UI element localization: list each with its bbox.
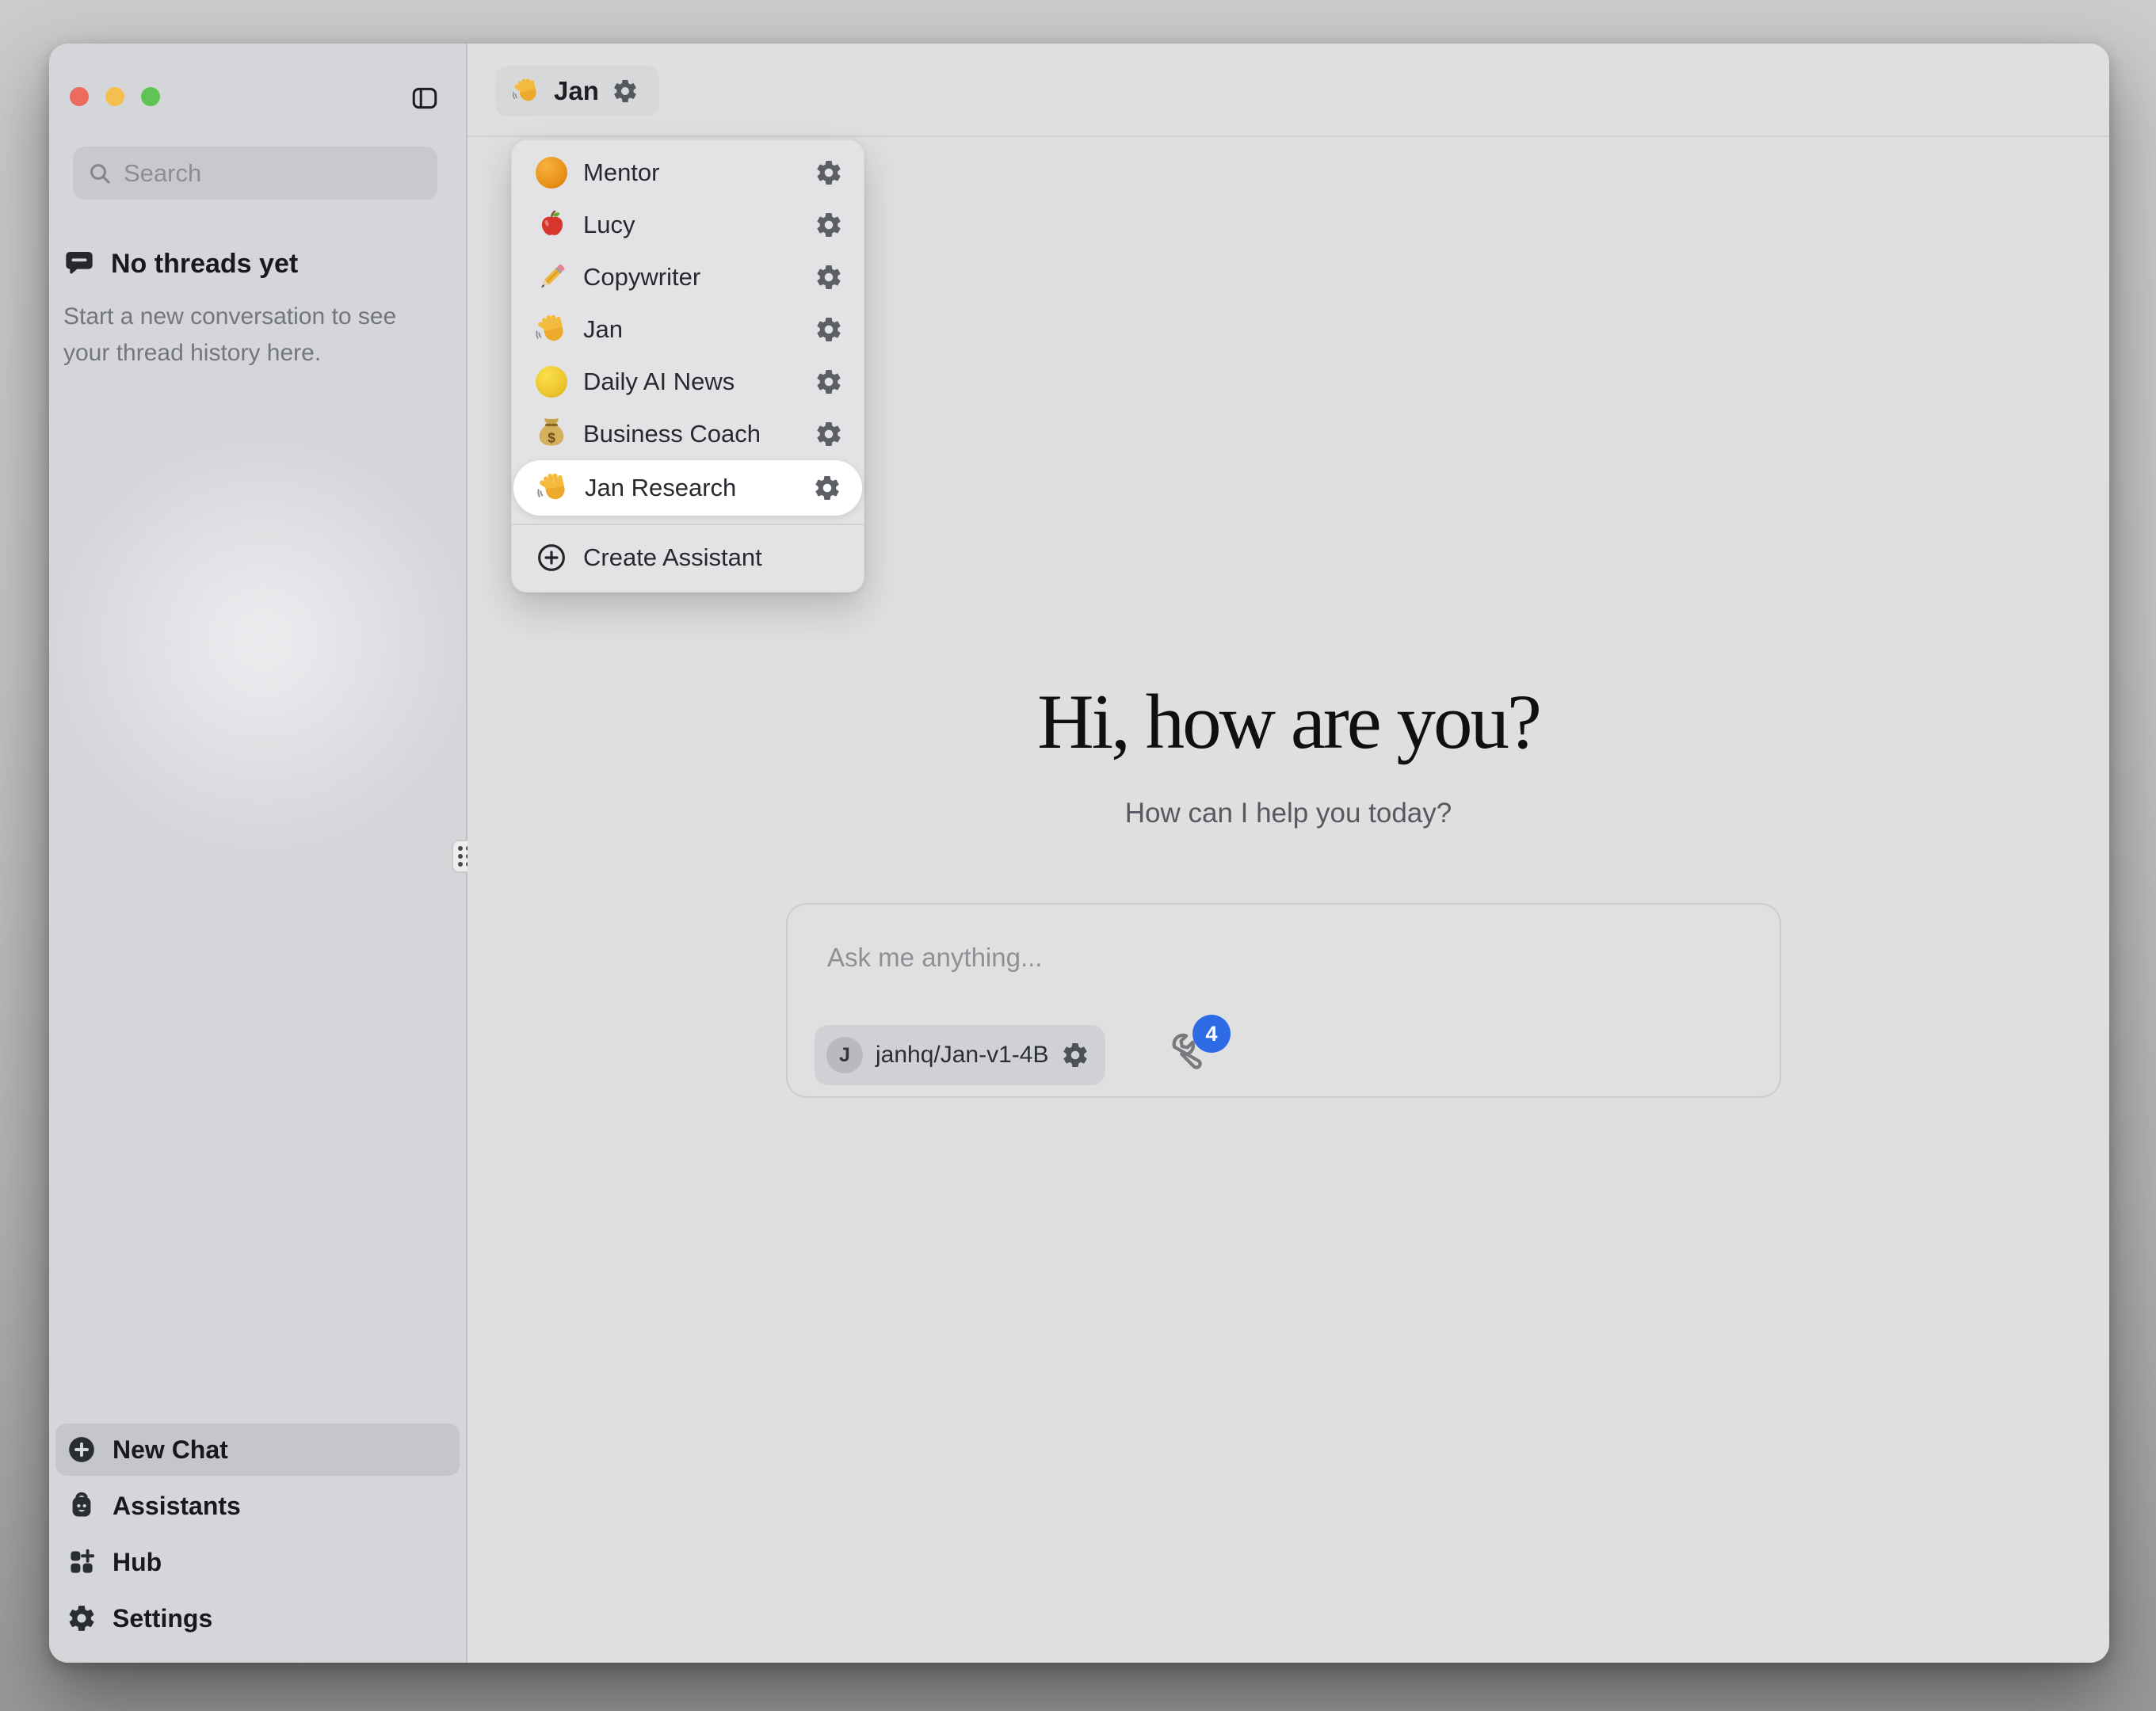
- menu-item-label: Business Coach: [583, 420, 815, 448]
- model-selector[interactable]: J janhq/Jan-v1-4B: [815, 1025, 1105, 1085]
- sidebar-decorative-blob: [65, 455, 461, 867]
- app-window: Search No threads yet Start a new conver…: [49, 44, 2109, 1663]
- orange-circle-icon: [534, 155, 569, 190]
- sidebar-item-hub[interactable]: Hub: [55, 1536, 460, 1588]
- menu-item-mentor[interactable]: Mentor: [512, 147, 864, 199]
- waving-hand-icon: [534, 312, 569, 347]
- gear-icon[interactable]: [815, 263, 843, 292]
- search-icon: [87, 161, 113, 186]
- plus-circle-icon: [67, 1435, 97, 1465]
- assistant-selector-label: Jan: [554, 76, 599, 106]
- tools-count-badge: 4: [1192, 1015, 1231, 1053]
- empty-state-title-row: No threads yet: [63, 248, 298, 280]
- gear-icon[interactable]: [815, 420, 843, 448]
- traffic-lights: [70, 87, 160, 106]
- empty-state-description: Start a new conversation to see your thr…: [63, 299, 428, 372]
- zoom-button[interactable]: [141, 87, 160, 106]
- sidebar-item-assistants[interactable]: Assistants: [55, 1480, 460, 1532]
- hub-icon: [67, 1547, 97, 1577]
- composer-placeholder: Ask me anything...: [827, 943, 1042, 973]
- pencil-icon: [534, 260, 569, 295]
- close-button[interactable]: [70, 87, 89, 106]
- assistant-menu: Mentor Lucy Copywriter Jan Daily AI News: [511, 139, 864, 593]
- chat-bubble-icon: [63, 248, 95, 280]
- gear-icon[interactable]: [1061, 1041, 1089, 1069]
- chat-composer[interactable]: Ask me anything... J janhq/Jan-v1-4B 4: [786, 903, 1781, 1098]
- menu-item-label: Mentor: [583, 158, 815, 187]
- gear-icon: [67, 1603, 97, 1633]
- assistants-icon: [67, 1491, 97, 1521]
- toggle-sidebar-button[interactable]: [410, 84, 439, 112]
- nav-label: Settings: [113, 1604, 212, 1633]
- main-header: Jan: [467, 44, 2109, 137]
- search-input[interactable]: Search: [73, 147, 437, 200]
- menu-item-label: Jan: [583, 315, 815, 344]
- menu-item-label: Daily AI News: [583, 368, 815, 396]
- main-panel: Jan Mentor Lucy Copywriter: [467, 44, 2109, 1663]
- apple-icon: [534, 208, 569, 242]
- menu-item-business-coach[interactable]: Business Coach: [512, 408, 864, 460]
- sidebar-item-settings[interactable]: Settings: [55, 1592, 460, 1644]
- gear-icon: [612, 78, 639, 105]
- sidebar-nav: New Chat Assistants Hub Settings: [49, 1419, 466, 1648]
- menu-item-create-assistant[interactable]: Create Assistant: [512, 532, 864, 584]
- minimize-button[interactable]: [105, 87, 124, 106]
- sidebar: Search No threads yet Start a new conver…: [49, 44, 466, 1663]
- menu-item-label: Jan Research: [585, 474, 813, 502]
- assistant-selector-button[interactable]: Jan: [495, 66, 659, 116]
- model-name: janhq/Jan-v1-4B: [876, 1042, 1048, 1069]
- menu-item-jan[interactable]: Jan: [512, 303, 864, 356]
- empty-state-title: No threads yet: [111, 249, 298, 280]
- nav-label: New Chat: [113, 1435, 228, 1465]
- gear-icon[interactable]: [815, 315, 843, 344]
- gear-icon[interactable]: [815, 158, 843, 187]
- greeting-subtitle: How can I help you today?: [467, 798, 2109, 829]
- model-avatar: J: [826, 1037, 863, 1073]
- menu-item-daily-ai-news[interactable]: Daily AI News: [512, 356, 864, 408]
- plus-circle-icon: [534, 540, 569, 575]
- menu-separator: [512, 524, 864, 525]
- money-bag-icon: [534, 417, 569, 452]
- gear-icon[interactable]: [815, 368, 843, 396]
- menu-item-label: Create Assistant: [583, 543, 843, 572]
- gear-icon[interactable]: [815, 211, 843, 239]
- menu-item-label: Copywriter: [583, 263, 815, 292]
- nav-label: Hub: [113, 1548, 162, 1577]
- gear-icon[interactable]: [813, 474, 841, 502]
- search-placeholder: Search: [124, 159, 201, 188]
- menu-item-label: Lucy: [583, 211, 815, 239]
- menu-item-lucy[interactable]: Lucy: [512, 199, 864, 251]
- greeting-title: Hi, how are you?: [467, 677, 2109, 767]
- waving-hand-icon: [536, 471, 570, 505]
- sidebar-item-new-chat[interactable]: New Chat: [55, 1423, 460, 1476]
- nav-label: Assistants: [113, 1492, 241, 1521]
- menu-item-copywriter[interactable]: Copywriter: [512, 251, 864, 303]
- yellow-circle-icon: [534, 364, 569, 399]
- menu-item-jan-research[interactable]: Jan Research: [513, 460, 862, 516]
- waving-hand-icon: [511, 76, 541, 106]
- sidebar-toggle-icon: [410, 84, 439, 112]
